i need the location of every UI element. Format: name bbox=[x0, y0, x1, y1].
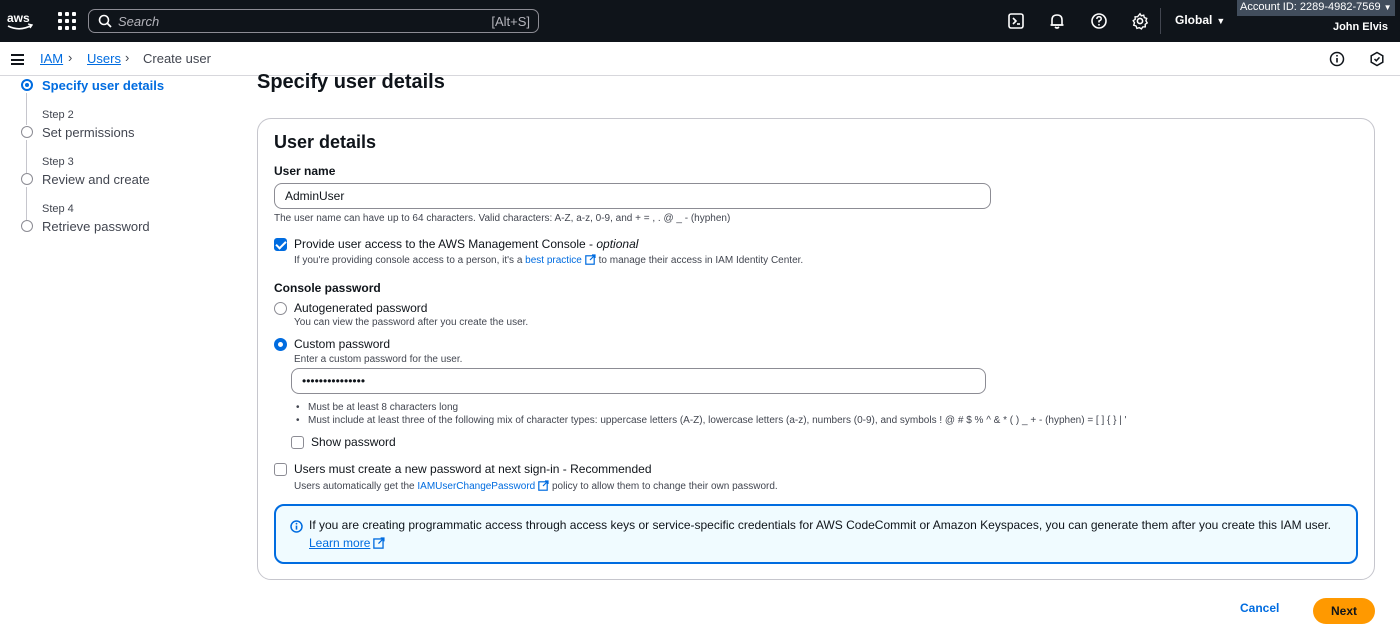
console-access-label: Provide user access to the AWS Managemen… bbox=[294, 237, 638, 251]
step-3-title: Review and create bbox=[42, 172, 150, 187]
autogenerated-password-radio[interactable] bbox=[274, 302, 287, 315]
caret-down-icon: ▼ bbox=[1216, 16, 1226, 26]
help-icon[interactable] bbox=[1090, 12, 1108, 30]
step-2-number: Step 2 bbox=[42, 109, 74, 121]
settings-gear-icon[interactable] bbox=[1131, 12, 1149, 30]
account-id-text: Account ID: 2289-4982-7569 bbox=[1240, 1, 1381, 13]
autogenerated-password-hint: You can view the password after you crea… bbox=[294, 317, 529, 328]
aws-logo-icon[interactable]: aws bbox=[6, 10, 34, 34]
step-4-indicator-icon bbox=[21, 220, 33, 232]
services-menu-icon[interactable] bbox=[58, 12, 76, 30]
cloudshell-icon[interactable] bbox=[1007, 12, 1025, 30]
show-password-label: Show password bbox=[311, 435, 396, 449]
security-hexagon-icon[interactable] bbox=[1369, 51, 1385, 67]
custom-password-radio[interactable] bbox=[274, 338, 287, 351]
info-icon bbox=[290, 520, 303, 533]
step-1-title[interactable]: Specify user details bbox=[42, 78, 164, 93]
top-navigation: aws Search [Alt+S] Global▼ Account ID: bbox=[0, 0, 1400, 42]
search-input[interactable]: Search [Alt+S] bbox=[88, 9, 539, 33]
chevron-right-icon: › bbox=[68, 50, 73, 65]
optional-tag: optional bbox=[596, 237, 639, 251]
reset-password-label: Users must create a new password at next… bbox=[294, 462, 652, 476]
external-link-icon bbox=[373, 537, 385, 549]
step-connector bbox=[26, 187, 27, 220]
breadcrumb-iam[interactable]: IAM bbox=[40, 51, 63, 66]
username-field[interactable]: AdminUser bbox=[274, 183, 991, 209]
learn-more-text: Learn more bbox=[309, 536, 371, 550]
search-shortcut: [Alt+S] bbox=[491, 14, 530, 29]
username-hint: The user name can have up to 64 characte… bbox=[274, 213, 731, 224]
external-link-icon bbox=[538, 480, 549, 491]
show-password-checkbox[interactable] bbox=[291, 436, 304, 449]
password-rule: Must be at least 8 characters long bbox=[296, 401, 1127, 414]
breadcrumb-users[interactable]: Users bbox=[87, 51, 121, 66]
password-rules-list: Must be at least 8 characters long Must … bbox=[296, 401, 1127, 427]
password-rule: Must include at least three of the follo… bbox=[296, 414, 1127, 427]
nav-divider bbox=[1160, 8, 1161, 34]
step-connector bbox=[26, 93, 27, 125]
notifications-bell-icon[interactable] bbox=[1048, 12, 1066, 30]
step-2-indicator-icon bbox=[21, 126, 33, 138]
info-panel-icon[interactable] bbox=[1329, 51, 1345, 67]
console-password-label: Console password bbox=[274, 281, 381, 295]
reset-password-hint: Users automatically get the IAMUserChang… bbox=[294, 480, 778, 492]
custom-password-label: Custom password bbox=[294, 337, 391, 351]
step-4-number: Step 4 bbox=[42, 203, 74, 215]
step-connector bbox=[26, 140, 27, 173]
hint-text: Users automatically get the bbox=[294, 481, 418, 492]
step-4-title: Retrieve password bbox=[42, 219, 150, 234]
next-button[interactable]: Next bbox=[1313, 598, 1375, 624]
step-2-title: Set permissions bbox=[42, 125, 135, 140]
external-link-icon bbox=[585, 254, 596, 265]
step-3-indicator-icon bbox=[21, 173, 33, 185]
step-1-indicator-icon bbox=[21, 79, 33, 91]
hint-text: to manage their access in IAM Identity C… bbox=[595, 255, 804, 266]
best-practice-link[interactable]: best practice bbox=[525, 255, 582, 266]
custom-password-hint: Enter a custom password for the user. bbox=[294, 354, 463, 365]
region-selector[interactable]: Global ▼ bbox=[1175, 13, 1225, 27]
reset-password-checkbox[interactable] bbox=[274, 463, 287, 476]
console-access-hint: If you're providing console access to a … bbox=[294, 254, 803, 266]
username-label: User name bbox=[274, 164, 336, 178]
hint-text: policy to allow them to change their own… bbox=[549, 481, 778, 492]
info-alert: If you are creating programmatic access … bbox=[274, 504, 1358, 564]
breadcrumb-bar: IAM › Users › Create user bbox=[0, 42, 1400, 76]
region-label: Global bbox=[1175, 13, 1213, 27]
console-access-label-text: Provide user access to the AWS Managemen… bbox=[294, 237, 597, 251]
iam-user-change-password-link[interactable]: IAMUserChangePassword bbox=[417, 481, 535, 492]
autogenerated-password-label: Autogenerated password bbox=[294, 301, 428, 315]
step-3-number: Step 3 bbox=[42, 156, 74, 168]
user-menu[interactable]: John Elvis bbox=[1333, 21, 1388, 33]
svg-text:aws: aws bbox=[7, 11, 30, 25]
search-icon bbox=[98, 14, 112, 28]
card-title: User details bbox=[274, 132, 377, 152]
hint-text: If you're providing console access to a … bbox=[294, 255, 526, 266]
menu-hamburger-icon[interactable] bbox=[11, 54, 24, 65]
info-alert-text: If you are creating programmatic access … bbox=[309, 518, 1332, 532]
console-access-checkbox[interactable] bbox=[274, 238, 287, 251]
custom-password-field[interactable]: ••••••••••••••• bbox=[291, 368, 986, 394]
caret-down-icon: ▼ bbox=[1383, 3, 1392, 12]
chevron-right-icon: › bbox=[125, 50, 130, 65]
learn-more-link[interactable]: Learn more bbox=[309, 536, 385, 550]
account-id-badge[interactable]: Account ID: 2289-4982-7569 ▼ bbox=[1237, 0, 1395, 16]
cancel-button[interactable]: Cancel bbox=[1240, 601, 1279, 615]
breadcrumb-current: Create user bbox=[143, 51, 211, 66]
page-title: Specify user details bbox=[257, 71, 445, 93]
search-placeholder: Search bbox=[118, 14, 160, 29]
